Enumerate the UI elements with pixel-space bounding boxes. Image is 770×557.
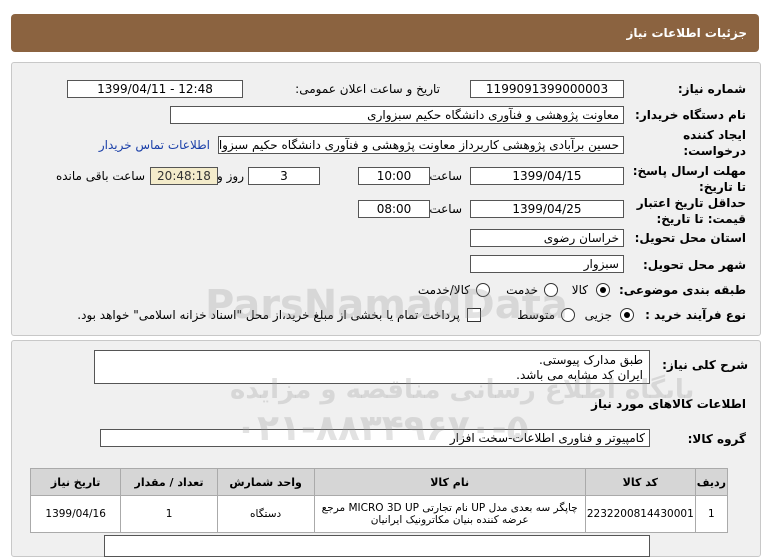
col-row: ردیف bbox=[694, 468, 729, 496]
goods-group-field: کامپیوتر و فناوری اطلاعات-سخت افزار bbox=[100, 429, 650, 447]
validity-date-field: 1399/04/25 bbox=[470, 200, 624, 218]
goods-section-title: اطلاعات کالاهای مورد نیاز bbox=[591, 397, 746, 411]
days-remaining-field: 3 bbox=[248, 167, 320, 185]
days-label: روز و bbox=[217, 169, 244, 183]
cell-unit: دستگاه bbox=[216, 495, 315, 533]
category-service-label: خدمت bbox=[506, 283, 538, 297]
city-label: شهر محل تحویل: bbox=[642, 258, 746, 272]
description-line-1: طبق مدارک پیوستی. bbox=[538, 353, 643, 367]
process-minor-label: جزیی bbox=[584, 308, 612, 322]
reply-deadline-label: مهلت ارسال پاسخ: bbox=[632, 164, 746, 178]
goods-group-label: گروه کالا: bbox=[687, 432, 746, 446]
col-goods-code: کد کالا bbox=[584, 468, 696, 496]
buyer-field: معاونت پژوهشی و فنآوری دانشگاه حکیم سبزو… bbox=[170, 106, 624, 124]
process-type-label: نوع فرآیند خرید : bbox=[645, 308, 746, 322]
category-service-radio[interactable] bbox=[544, 283, 558, 297]
description-line-2: ایران کد مشابه می باشد. bbox=[516, 368, 643, 382]
cell-goods-code: 2232200814430001 bbox=[584, 495, 696, 533]
cell-goods-name: چاپگر سه بعدی مدل UP نام تجارتی MICRO 3D… bbox=[313, 495, 586, 533]
treasury-payment-text: پرداخت تمام یا بخشی از مبلغ خرید،از محل … bbox=[77, 308, 460, 322]
goods-name-line-2: عرضه کننده بنیان مکاترونیک ایرانیان bbox=[370, 514, 529, 526]
cell-row: 1 bbox=[694, 495, 729, 533]
page-title: جزئیات اطلاعات نیاز bbox=[626, 26, 747, 40]
cell-quantity: 1 bbox=[120, 495, 218, 533]
goods-table: تاریخ نیاز تعداد / مقدار واحد شمارش نام … bbox=[29, 468, 729, 533]
col-need-date: تاریخ نیاز bbox=[29, 468, 122, 496]
description-box: طبق مدارک پیوستی. ایران کد مشابه می باشد… bbox=[94, 350, 650, 384]
category-goods-radio[interactable] bbox=[596, 283, 610, 297]
table-row[interactable]: 1399/04/16 1 دستگاه چاپگر سه بعدی مدل UP… bbox=[29, 495, 729, 533]
process-medium-radio[interactable] bbox=[561, 308, 575, 322]
process-medium-label: متوسط bbox=[517, 308, 555, 322]
city-field: سبزوار bbox=[470, 255, 624, 273]
col-quantity: تعداد / مقدار bbox=[120, 468, 218, 496]
category-goods-service-radio[interactable] bbox=[476, 283, 490, 297]
creator-field: حسین برآبادی پژوهشی کاربرداز معاونت پژوه… bbox=[218, 136, 624, 154]
validity-time-label: ساعت bbox=[429, 202, 462, 216]
buyer-label: نام دستگاه خریدار: bbox=[635, 108, 746, 122]
category-label: طبقه بندی موضوعی: bbox=[618, 283, 746, 297]
partial-box bbox=[104, 535, 650, 557]
reply-deadline-label-2: تا تاریخ: bbox=[698, 180, 746, 194]
reply-time-label: ساعت bbox=[429, 169, 462, 183]
buyer-contact-link[interactable]: اطلاعات تماس خریدار bbox=[99, 138, 210, 152]
description-label: شرح کلی نیاز: bbox=[662, 358, 748, 372]
page-header: جزئیات اطلاعات نیاز bbox=[11, 14, 759, 52]
announce-date-label: تاریخ و ساعت اعلان عمومی: bbox=[295, 82, 440, 96]
category-goods-label: کالا bbox=[571, 283, 588, 297]
validity-label-2: قیمت: تا تاریخ: bbox=[656, 212, 746, 226]
need-number-label: شماره نیاز: bbox=[677, 82, 746, 96]
category-goods-service-label: کالا/خدمت bbox=[417, 283, 470, 297]
col-goods-name: نام کالا bbox=[313, 468, 586, 496]
reply-time-field: 10:00 bbox=[358, 167, 430, 185]
remaining-time-field: 20:48:18 bbox=[150, 167, 218, 185]
validity-label: حداقل تاریخ اعتبار bbox=[636, 196, 746, 210]
creator-label: ایجاد کننده bbox=[683, 128, 746, 142]
treasury-payment-checkbox[interactable] bbox=[467, 308, 481, 322]
announce-date-field: 1399/04/11 - 12:48 bbox=[67, 80, 243, 98]
reply-date-field: 1399/04/15 bbox=[470, 167, 624, 185]
table-header-row: تاریخ نیاز تعداد / مقدار واحد شمارش نام … bbox=[29, 468, 729, 496]
creator-label-2: درخواست: bbox=[683, 144, 746, 158]
need-number-field: 1199091399000003 bbox=[470, 80, 624, 98]
process-minor-radio[interactable] bbox=[620, 308, 634, 322]
province-label: استان محل تحویل: bbox=[634, 231, 746, 245]
goods-name-line-1: چاپگر سه بعدی مدل UP نام تجارتی MICRO 3D… bbox=[321, 502, 578, 514]
validity-time-field: 08:00 bbox=[358, 200, 430, 218]
col-unit: واحد شمارش bbox=[216, 468, 315, 496]
province-field: خراسان رضوی bbox=[470, 229, 624, 247]
remaining-time-label: ساعت باقی مانده bbox=[55, 169, 145, 183]
cell-need-date: 1399/04/16 bbox=[29, 495, 122, 533]
